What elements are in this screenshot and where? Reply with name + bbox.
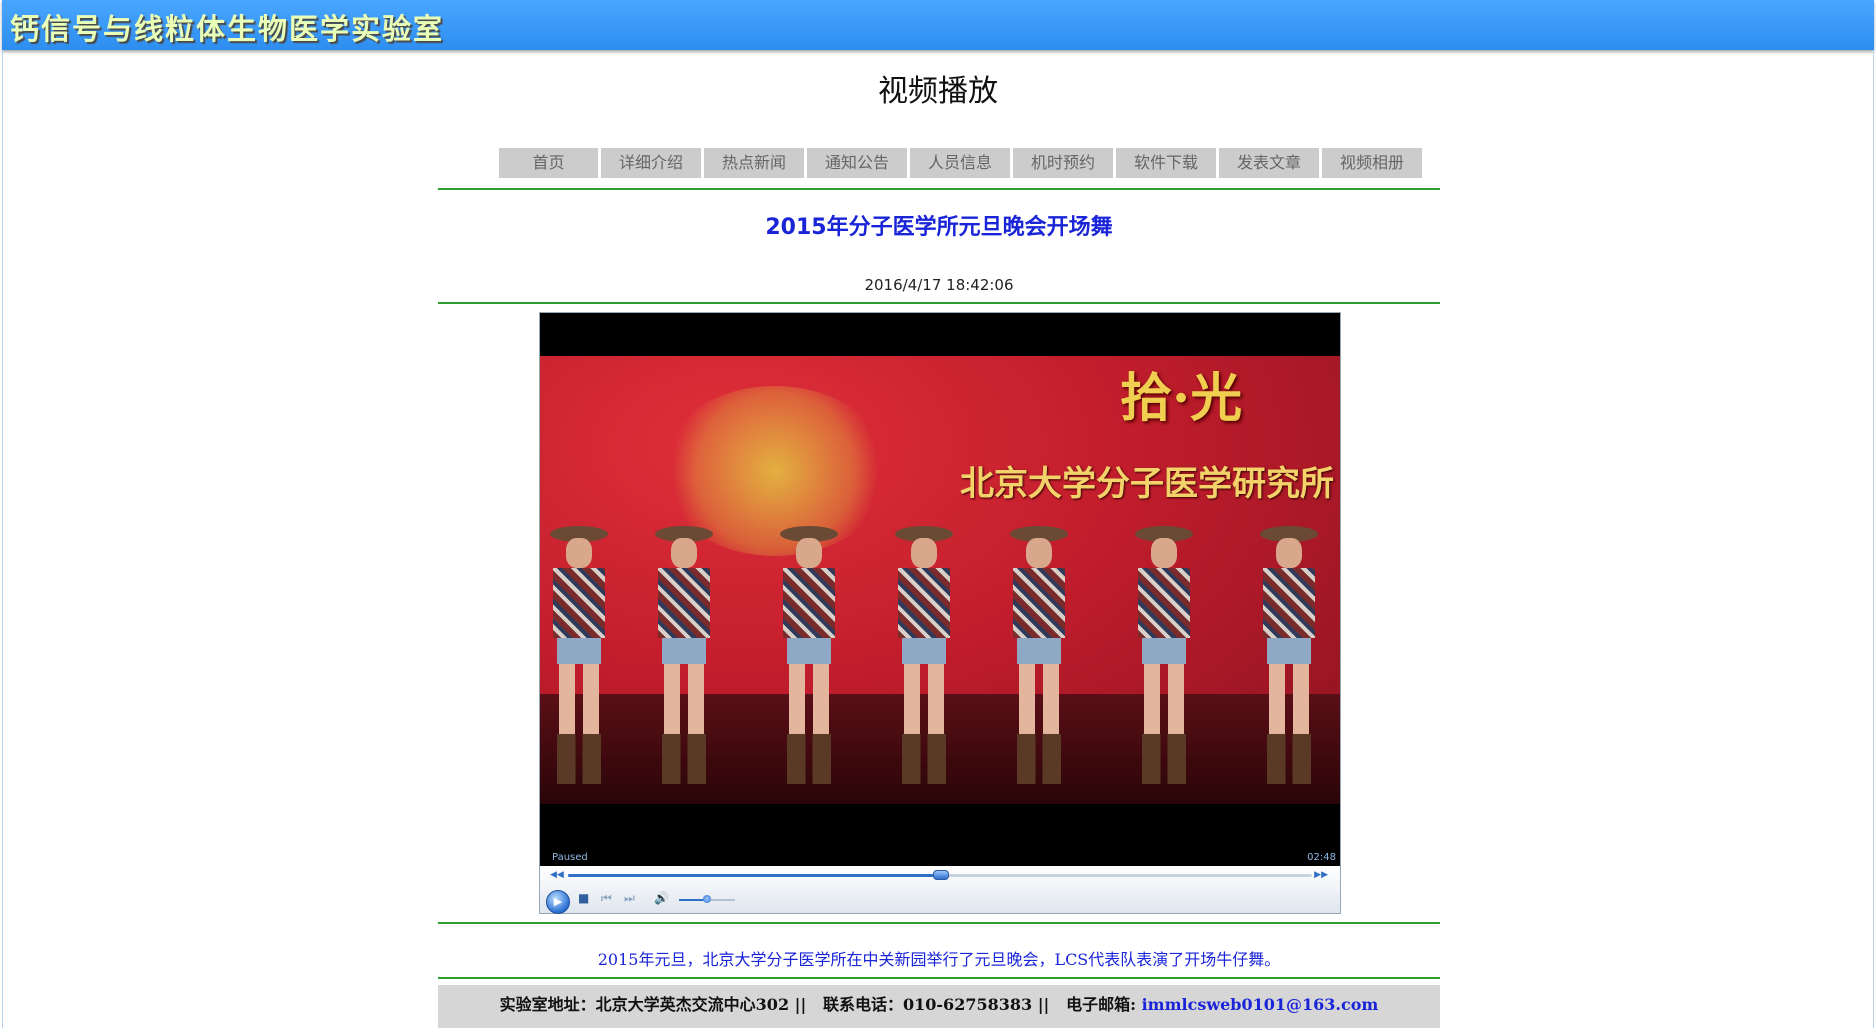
volume-icon[interactable]: 🔊 bbox=[654, 891, 669, 905]
next-icon[interactable]: ⏭ bbox=[624, 891, 635, 906]
nav-item-people[interactable]: 人员信息 bbox=[910, 148, 1010, 178]
player-controls: ◀◀ ▶▶ ▶ ■ ⏮ ⏭ 🔊 bbox=[540, 866, 1340, 914]
fast-forward-icon[interactable]: ▶▶ bbox=[1314, 870, 1328, 880]
divider bbox=[438, 302, 1440, 304]
nav-item-booking[interactable]: 机时预约 bbox=[1013, 148, 1113, 178]
volume-slider[interactable] bbox=[679, 895, 735, 903]
player-status-bar: Paused 02:48 bbox=[540, 852, 1340, 866]
nav-item-notices[interactable]: 通知公告 bbox=[807, 148, 907, 178]
divider bbox=[438, 188, 1440, 190]
dancer-figure bbox=[550, 526, 608, 784]
nav-item-about[interactable]: 详细介绍 bbox=[601, 148, 701, 178]
page-title: 视频播放 bbox=[878, 74, 998, 109]
video-frame[interactable]: 拾·光 北京大学分子医学研究所 bbox=[540, 356, 1340, 804]
video-overlay-banner: 拾·光 bbox=[1120, 368, 1243, 429]
nav-item-publications[interactable]: 发表文章 bbox=[1219, 148, 1319, 178]
article-description: 2015年元旦，北京大学分子医学所在中关新园举行了元旦晚会，LCS代表队表演了开… bbox=[597, 950, 1281, 969]
divider bbox=[438, 922, 1440, 924]
article-date: 2016/4/17 18:42:06 bbox=[864, 276, 1014, 294]
footer: 实验室地址：北京大学英杰交流中心302 || 联系电话：010-62758383… bbox=[438, 985, 1440, 1028]
stop-icon[interactable]: ■ bbox=[578, 891, 589, 905]
dancer-figure bbox=[895, 526, 953, 784]
footer-address: 实验室地址：北京大学英杰交流中心302 || bbox=[499, 995, 807, 1014]
dancer-figure bbox=[1010, 526, 1068, 784]
footer-phone: 联系电话：010-62758383 || bbox=[823, 995, 1050, 1014]
divider bbox=[438, 977, 1440, 979]
dancer-figure bbox=[1135, 526, 1193, 784]
playback-status: Paused bbox=[552, 852, 588, 863]
footer-email-link[interactable]: immlcsweb0101@163.com bbox=[1142, 995, 1379, 1014]
nav-item-videos[interactable]: 视频相册 bbox=[1322, 148, 1422, 178]
header-banner: 钙信号与线粒体生物医学实验室 bbox=[2, 0, 1874, 50]
dancer-figure bbox=[780, 526, 838, 784]
main-nav: 首页 详细介绍 热点新闻 通知公告 人员信息 机时预约 软件下载 发表文章 视频… bbox=[499, 148, 1425, 178]
nav-item-software[interactable]: 软件下载 bbox=[1116, 148, 1216, 178]
nav-item-home[interactable]: 首页 bbox=[499, 148, 598, 178]
previous-icon[interactable]: ⏮ bbox=[601, 891, 612, 906]
site-title: 钙信号与线粒体生物医学实验室 bbox=[10, 12, 445, 46]
playback-duration: 02:48 bbox=[1307, 852, 1336, 863]
video-overlay-caption: 北京大学分子医学研究所 bbox=[960, 464, 1334, 504]
page-frame-left bbox=[2, 50, 3, 1028]
seek-progress bbox=[568, 874, 940, 877]
nav-item-news[interactable]: 热点新闻 bbox=[704, 148, 804, 178]
video-player[interactable]: 拾·光 北京大学分子医学研究所 Paused 02:48 ◀◀ ▶▶ ▶ ■ ⏮… bbox=[539, 312, 1341, 914]
dancer-figure bbox=[655, 526, 713, 784]
footer-email-label: 电子邮箱: bbox=[1066, 995, 1136, 1014]
rewind-icon[interactable]: ◀◀ bbox=[550, 870, 564, 880]
volume-handle[interactable] bbox=[703, 895, 711, 903]
seek-bar[interactable] bbox=[568, 870, 1312, 880]
seek-handle[interactable] bbox=[933, 870, 949, 880]
page-frame-right bbox=[1873, 50, 1874, 1028]
article-title: 2015年分子医学所元旦晚会开场舞 bbox=[765, 215, 1113, 240]
dancer-figure bbox=[1260, 526, 1318, 784]
play-icon[interactable]: ▶ bbox=[546, 890, 570, 914]
